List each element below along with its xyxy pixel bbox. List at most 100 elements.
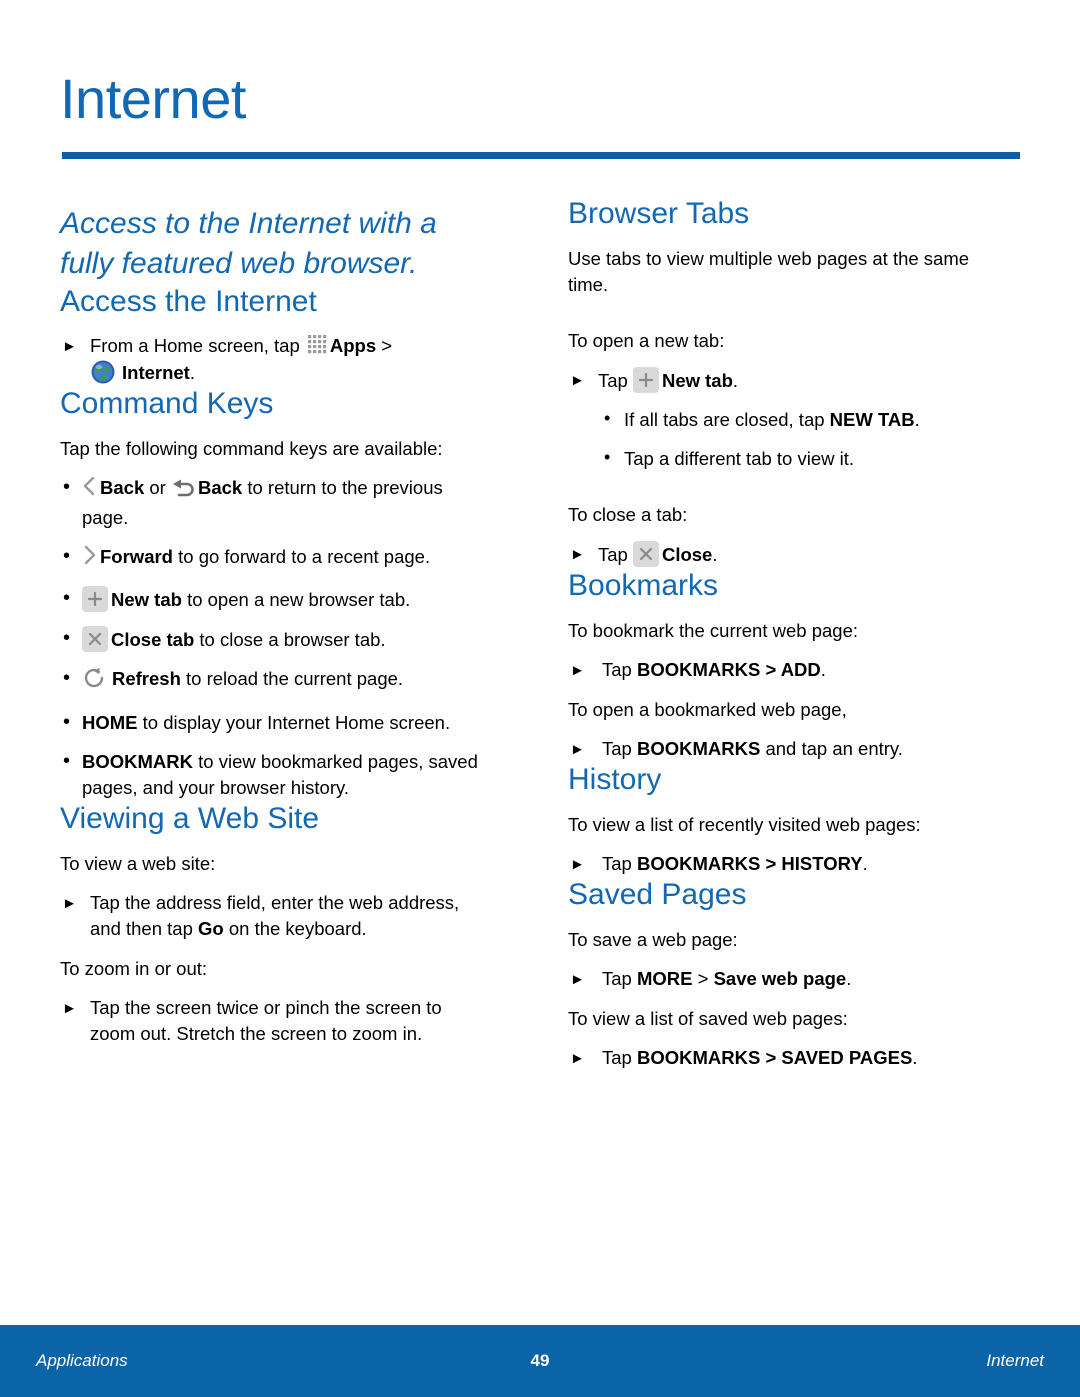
- step-text-pre: Tap: [598, 544, 628, 565]
- refresh-icon: [82, 666, 106, 697]
- saved-pages-lead-2: To view a list of saved web pages:: [568, 1008, 848, 1029]
- left-column: Access to the Internet with a fully feat…: [60, 196, 492, 1047]
- bookmarks-path: BOOKMARKS: [636, 738, 761, 759]
- step-view-saved-pages: ► Tap BOOKMARKS > SAVED PAGES.: [568, 1045, 1000, 1071]
- title-divider: [62, 152, 1020, 159]
- command-key-tail-home: to display your Internet Home screen.: [137, 712, 451, 733]
- command-key-label-forward: Forward: [100, 546, 173, 567]
- step-text-post: .: [912, 1047, 918, 1068]
- bullet-dot: •: [604, 447, 611, 467]
- section-heading-bookmarks: Bookmarks: [568, 569, 719, 602]
- bullet-dot: •: [63, 476, 71, 498]
- command-key-item-forward: • Forward to go forward to a recent page…: [60, 544, 492, 573]
- step-text-post: .: [820, 659, 826, 680]
- command-key-tail-close-tab: to close a browser tab.: [194, 629, 386, 650]
- plus-key-icon: [632, 367, 659, 393]
- page-footer: Applications 49 Internet: [0, 1325, 1080, 1397]
- internet-label: Internet: [122, 362, 190, 383]
- step-arrow-icon: ►: [570, 856, 585, 873]
- step-save-web-page: ► Tap MORE > Save web page.: [568, 966, 1000, 992]
- command-keys-intro: Tap the following command keys are avail…: [60, 438, 443, 459]
- sub-item-text: Tap a different tab to view it.: [624, 448, 855, 469]
- step-bookmark-add: ► Tap BOOKMARKS > ADD.: [568, 657, 1000, 683]
- saved-pages-lead-1: To save a web page:: [568, 929, 738, 950]
- step-arrow-icon: ►: [62, 338, 77, 355]
- viewing-lead-1: To view a web site:: [60, 853, 216, 874]
- step-text-pre: From a Home screen, tap: [90, 335, 300, 356]
- internet-globe-icon: [90, 359, 116, 385]
- apps-grid-icon: [307, 334, 329, 356]
- step-text-pre: Tap: [602, 853, 637, 874]
- close-key-icon: [632, 541, 659, 567]
- step-text-mid: >: [692, 968, 714, 989]
- step-open-new-tab: ► Tap New tab.: [568, 367, 1000, 394]
- bullet-dot: •: [63, 587, 71, 609]
- save-web-page-label: Save web page: [713, 968, 847, 989]
- close-key-icon: [82, 626, 108, 652]
- bullet-dot: •: [63, 750, 71, 772]
- intro-lede: Access to the Internet with a fully feat…: [60, 207, 437, 280]
- command-key-label-refresh: Refresh: [112, 668, 181, 689]
- command-key-item-back: • Back or Back to return to the previous…: [60, 475, 492, 531]
- command-key-tail-new-tab: to open a new browser tab.: [181, 589, 411, 610]
- command-key-mid: or: [144, 477, 171, 498]
- bookmarks-lead-2: To open a bookmarked web page,: [568, 699, 847, 720]
- step-text: Tap the screen twice or pinch the screen…: [90, 997, 442, 1044]
- footer-topic-label: Internet: [986, 1351, 1044, 1370]
- bookmarks-lead-1: To bookmark the current web page:: [568, 620, 858, 641]
- chevron-separator: >: [381, 335, 393, 356]
- step-view-history: ► Tap BOOKMARKS > HISTORY.: [568, 851, 1000, 877]
- new-tab-key-label: NEW TAB: [829, 409, 915, 430]
- step-text-pre: Tap: [602, 968, 637, 989]
- browser-tabs-lead-close: To close a tab:: [568, 504, 688, 525]
- command-key-item-new-tab: • New tab to open a new browser tab.: [60, 586, 492, 613]
- step-text-pre: Tap: [602, 738, 637, 759]
- command-key-label-close-tab: Close tab: [111, 629, 195, 650]
- bullet-dot: •: [63, 627, 71, 649]
- step-arrow-icon: ►: [62, 1000, 77, 1017]
- step-text-post: .: [846, 968, 852, 989]
- step-view-web-site: ► Tap the address field, enter the web a…: [60, 890, 492, 942]
- period: .: [189, 362, 195, 383]
- page-title: Internet: [60, 67, 246, 130]
- bookmarks-add-path: BOOKMARKS > ADD: [636, 659, 821, 680]
- right-column: Browser Tabs Use tabs to view multiple w…: [568, 196, 1000, 1071]
- history-lead-1: To view a list of recently visited web p…: [568, 814, 921, 835]
- step-arrow-icon: ►: [570, 971, 585, 988]
- step-arrow-icon: ►: [570, 1050, 585, 1067]
- section-heading-command-keys: Command Keys: [60, 387, 274, 420]
- section-heading-viewing-a-web-site: Viewing a Web Site: [60, 802, 320, 835]
- sub-item-tap-different-tab: • Tap a different tab to view it.: [568, 446, 1000, 472]
- undo-arrow-icon: [171, 478, 197, 505]
- go-key-label: Go: [198, 918, 224, 939]
- step-arrow-icon: ►: [570, 372, 585, 389]
- command-key-label-back-2: Back: [197, 477, 243, 498]
- sub-item-text-pre: If all tabs are closed, tap: [624, 409, 830, 430]
- more-label: MORE: [636, 968, 693, 989]
- command-key-label-back-1: Back: [100, 477, 145, 498]
- browser-tabs-intro: Use tabs to view multiple web pages at t…: [568, 248, 970, 295]
- command-key-item-refresh: • Refresh to reload the current page.: [60, 666, 492, 697]
- new-tab-label: New tab: [661, 370, 733, 391]
- step-text-pre: Tap: [602, 659, 637, 680]
- bullet-dot: •: [604, 408, 611, 428]
- browser-tabs-lead-open: To open a new tab:: [568, 330, 725, 351]
- command-key-tail-forward: to go forward to a recent page.: [172, 546, 431, 567]
- plus-key-icon: [82, 586, 108, 612]
- section-heading-access-the-internet: Access the Internet: [60, 285, 317, 318]
- chevron-right-icon: [82, 544, 96, 573]
- step-text-pre: Tap: [602, 1047, 637, 1068]
- command-key-item-close-tab: • Close tab to close a browser tab.: [60, 626, 492, 653]
- apps-label: Apps: [329, 335, 377, 356]
- step-text-pre: Tap: [598, 370, 628, 391]
- step-text-post: .: [732, 370, 739, 391]
- step-arrow-icon: ►: [570, 741, 585, 758]
- bullet-dot: •: [63, 667, 71, 689]
- step-bookmark-open-entry: ► Tap BOOKMARKS and tap an entry.: [568, 736, 1000, 762]
- step-close-tab: ► Tap Close.: [568, 541, 1000, 568]
- viewing-lead-2: To zoom in or out:: [60, 958, 208, 979]
- command-key-tail-refresh: to reload the current page.: [180, 668, 404, 689]
- step-text-post: and tap an entry.: [760, 738, 903, 759]
- bullet-dot: •: [63, 711, 71, 733]
- footer-page-number: 49: [530, 1351, 550, 1370]
